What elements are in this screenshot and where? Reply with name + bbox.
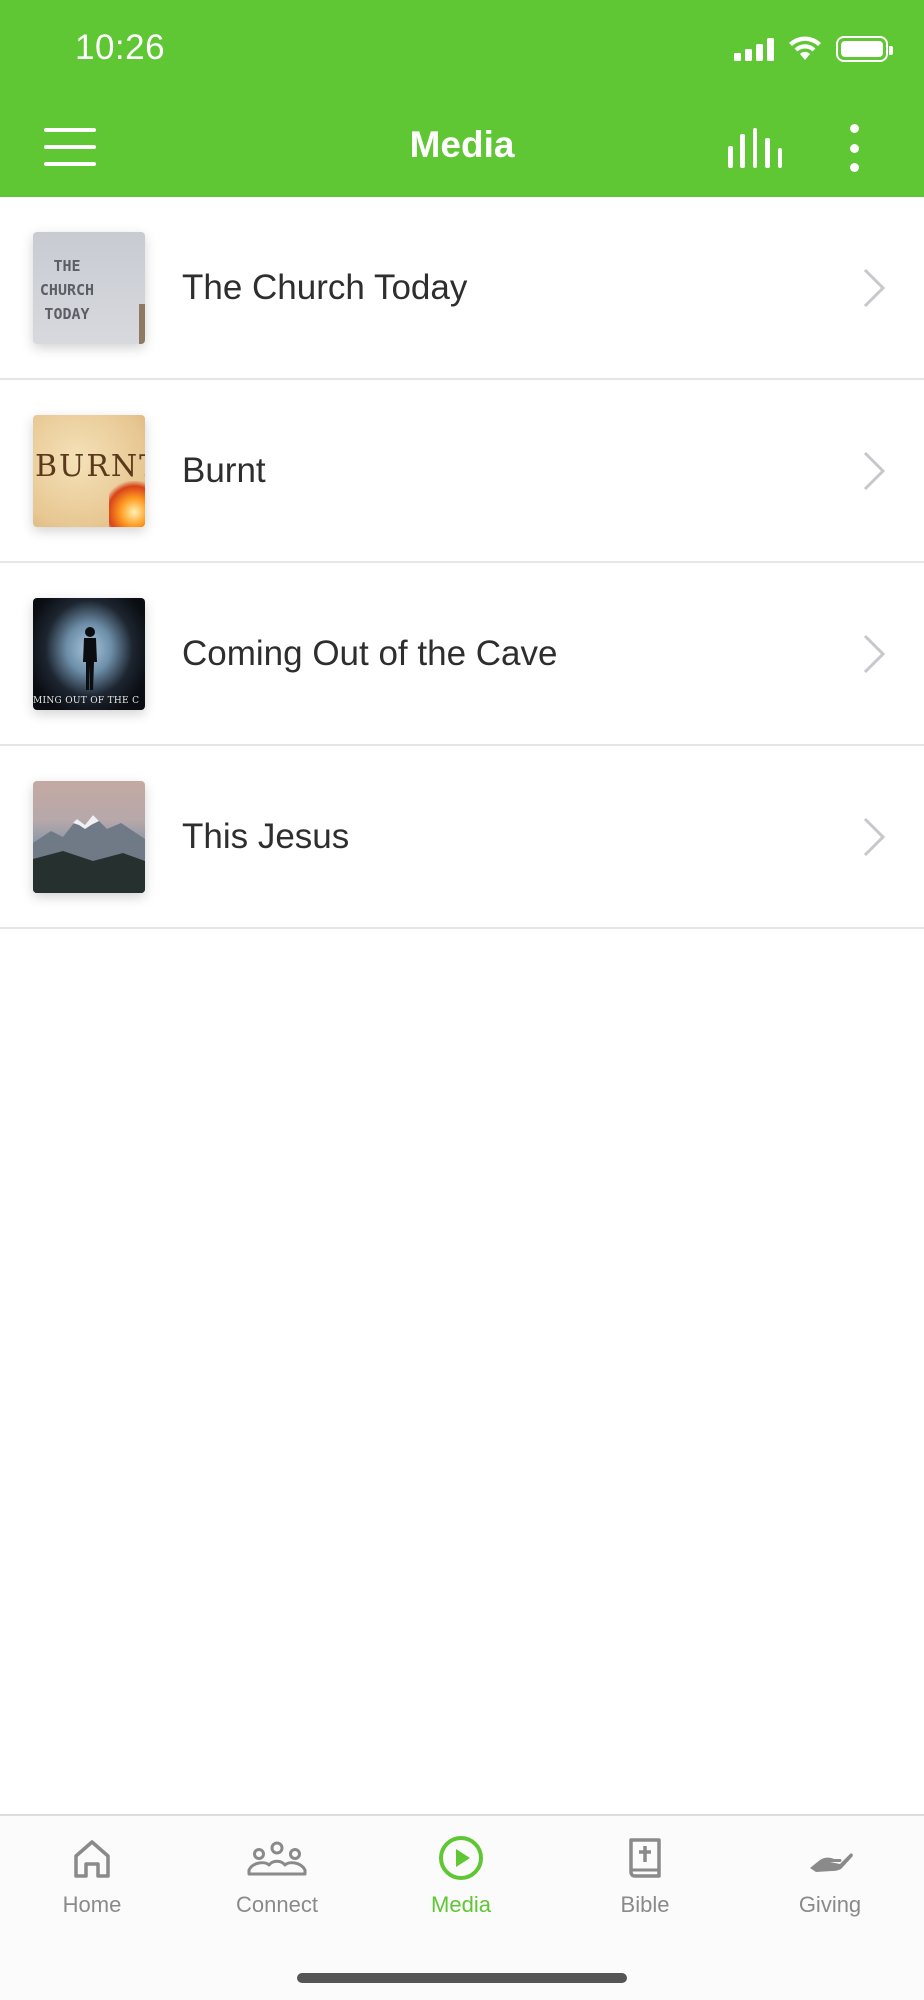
status-icons xyxy=(734,36,893,62)
media-item-title: The Church Today xyxy=(182,267,468,307)
chevron-right-icon xyxy=(863,268,886,307)
media-item-coming-out-of-the-cave[interactable]: MING OUT OF THE C Coming Out of the Cave xyxy=(0,563,924,746)
people-icon xyxy=(247,1841,307,1876)
tab-label: Media xyxy=(431,1892,491,1917)
chevron-right-icon xyxy=(863,634,886,673)
tab-home[interactable]: Home xyxy=(17,1834,167,1934)
media-item-title: Coming Out of the Cave xyxy=(182,633,558,673)
tab-connect[interactable]: Connect xyxy=(202,1834,352,1934)
wifi-icon xyxy=(789,36,821,60)
signal-icon xyxy=(734,37,774,61)
media-thumbnail: MING OUT OF THE C xyxy=(33,598,145,710)
thumbnail-text: MING OUT OF THE C xyxy=(33,696,140,706)
more-options-button[interactable] xyxy=(842,124,866,172)
chevron-right-icon xyxy=(863,451,886,490)
thumbnail-text: THE CHURCH TODAY xyxy=(39,257,95,323)
tab-label: Bible xyxy=(620,1892,670,1917)
thumbnail-text: BURNT xyxy=(35,449,145,484)
tab-giving[interactable]: Giving xyxy=(755,1834,905,1934)
home-indicator[interactable] xyxy=(297,1973,627,1983)
tab-bible[interactable]: Bible xyxy=(570,1834,720,1934)
media-item-the-church-today[interactable]: THE CHURCH TODAY The Church Today xyxy=(0,197,924,380)
battery-icon xyxy=(836,36,893,62)
app-header: 10:26 Media xyxy=(0,0,924,197)
media-item-burnt[interactable]: BURNT Burnt xyxy=(0,380,924,563)
media-thumbnail xyxy=(33,781,145,893)
stats-button[interactable] xyxy=(728,128,782,168)
media-thumbnail: BURNT xyxy=(33,415,145,527)
media-list: THECHURCHTODAY The Church Today BURNT Bu… xyxy=(0,197,924,929)
tab-media[interactable]: Media xyxy=(386,1834,536,1934)
bible-icon xyxy=(629,1838,661,1878)
status-time: 10:26 xyxy=(75,28,166,67)
chevron-right-icon xyxy=(863,817,886,856)
play-icon xyxy=(439,1836,483,1880)
tab-label: Connect xyxy=(236,1892,318,1917)
home-icon xyxy=(74,1840,110,1878)
giving-hand-icon xyxy=(810,1853,853,1872)
media-item-title: Burnt xyxy=(182,450,266,490)
tab-label: Home xyxy=(62,1892,122,1917)
page-title: Media xyxy=(409,124,515,165)
media-thumbnail: THE CHURCH TODAY xyxy=(33,232,145,344)
media-item-this-jesus[interactable]: This Jesus xyxy=(0,746,924,929)
tab-label: Giving xyxy=(798,1892,862,1917)
media-item-title: This Jesus xyxy=(182,816,350,856)
